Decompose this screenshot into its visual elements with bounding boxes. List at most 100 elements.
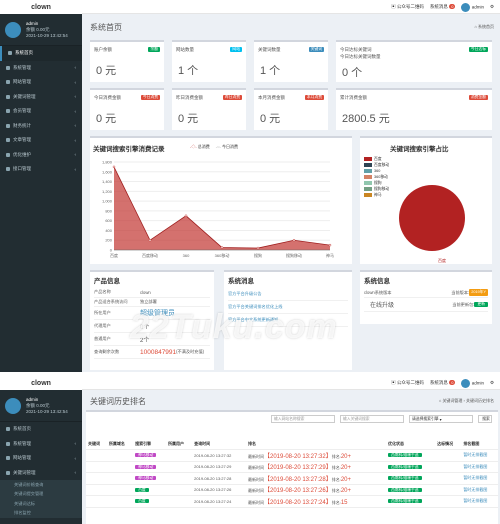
table-header[interactable]: 关键词 <box>86 438 107 450</box>
table-header[interactable]: 排名 <box>245 438 386 450</box>
menu-icon <box>6 441 10 446</box>
table-header[interactable]: 查询时间 <box>192 438 246 450</box>
sidebar-item-1[interactable]: 系统管理 ‹ <box>0 61 82 76</box>
cell-reach <box>435 484 462 496</box>
screenshot-link[interactable]: 暂时无排截图 <box>461 461 498 473</box>
cell-time: 2019-08-20 13:27:26 <box>192 484 246 496</box>
upgrade-button[interactable]: 更新 <box>474 302 488 307</box>
sidebar-item-0[interactable]: 系统首页 <box>0 46 82 61</box>
sidebar-item-8[interactable]: 接口管理 ‹ <box>0 162 82 177</box>
qr-button-2[interactable]: ▣ 公众号二维码 <box>391 380 424 386</box>
chart-title: 关键词搜索引擎消费记录 <box>93 146 165 153</box>
sidebar-item-5[interactable]: 财务统计 ‹ <box>0 119 82 134</box>
rank-page-title: 关键词历史排名 <box>90 397 146 406</box>
stat-tag: 消费金额 <box>468 95 488 100</box>
sidebar-menu-2: 系统首页 系统管理 ‹ 网站管理 ‹ 关键词管理 ‹ 关键词价格查询 关键词提交管理 关键词达标排… <box>0 422 82 518</box>
stat-label: 本月消费金额 <box>258 95 285 100</box>
cell-rank: 最新时间【2019-08-20 13:27:28】排名:20+ <box>245 472 386 485</box>
navbar-right-2: ▣ 公众号二维码 系统消息 0 admin ⚙ <box>391 376 500 390</box>
user-menu-2[interactable]: admin <box>461 378 484 388</box>
screenshot-link[interactable]: 暂时无排截图 <box>461 495 498 508</box>
cell-domain <box>106 461 134 473</box>
y-tick-label: 1,800 <box>102 160 113 165</box>
settings-gear-icon[interactable]: ⚙ <box>490 380 494 386</box>
status-button[interactable]: 西南科/维稀手选 <box>387 487 422 492</box>
cell-rank: 最新时间【2019-08-20 13:27:24】排名:15 <box>245 495 386 508</box>
stat-value: 0 元 <box>96 65 117 77</box>
table-header[interactable]: 达标情况 <box>435 438 462 450</box>
consumption-chart-box: 关键词搜索引擎消费记录 -◇- 总消费 -○- 今日消费 1,800 1,600 1… <box>90 136 352 264</box>
search-button[interactable]: 搜索 <box>478 415 492 423</box>
x-tick-label: 百度 <box>110 252 118 258</box>
sidebar-item-4[interactable]: 会员管理 ‹ <box>0 104 82 119</box>
engine-select[interactable]: 请选择搜索引擎 ▾ <box>409 415 473 423</box>
status-button[interactable]: 西南科/维稀手选 <box>387 499 422 504</box>
pie-slice-label: 百度 <box>438 257 446 263</box>
table-header[interactable]: 搜索引擎 <box>133 438 167 450</box>
system-message-item[interactable]: 官方平台升级公告 <box>228 288 348 301</box>
rank-table: 关键词 所属域名 搜索引擎 所属用户 查询时间 排名 优化状态 达标情况 排名截图 神马移动 20… <box>86 438 498 508</box>
x-tick-label: 搜狗 <box>254 252 262 258</box>
sidebar-item-2[interactable]: 网站管理 ‹ <box>0 451 82 466</box>
menu-icon <box>6 470 10 475</box>
version-row: clown系统版本 当前版本: 2019年Y <box>364 288 488 298</box>
submenu-item-0[interactable]: 关键词价格查询 <box>0 480 82 490</box>
table-row: 神马移动 2019-08-20 13:27:28 最新时间【2019-08-20 1… <box>86 472 498 485</box>
cell-engine: 百度 <box>133 484 167 496</box>
app-logo: clown <box>0 0 82 14</box>
chart-legend: -◇- 总消费 -○- 今日消费 <box>190 144 238 150</box>
sidebar-item-3[interactable]: 关键词管理 ‹ <box>0 90 82 105</box>
stat-label: 昨日消费金额 <box>176 95 203 100</box>
sidebar-item-1[interactable]: 系统管理 ‹ <box>0 437 82 452</box>
sidebar-item-3[interactable]: 关键词管理 ‹ <box>0 466 82 481</box>
sidebar-item-6[interactable]: 文章管理 ‹ <box>0 133 82 148</box>
chevron-icon: ‹ <box>74 441 77 447</box>
chevron-icon: ‹ <box>74 166 77 172</box>
stat-card-3: 今日达标关键词 今日达标 今日达标关键词数量 0 个 <box>336 40 492 82</box>
cell-domain <box>106 484 134 496</box>
legend-total: -◇- 总消费 <box>190 144 210 149</box>
cell-domain <box>106 495 134 508</box>
user-menu[interactable]: admin <box>461 2 484 12</box>
table-header[interactable]: 所属域名 <box>106 438 134 450</box>
breadcrumb[interactable]: ⌂ 系统首页 <box>474 24 494 30</box>
sidebar-item-2[interactable]: 网站管理 ‹ <box>0 75 82 90</box>
menu-icon <box>6 123 10 128</box>
y-tick-label: 1,200 <box>102 189 113 194</box>
cell-checkbox <box>86 472 107 485</box>
submenu-item-2[interactable]: 关键词达标 <box>0 499 82 509</box>
keyword-search-input[interactable]: 输入关键词搜索 <box>340 415 404 423</box>
cell-rank: 最新时间【2019-08-20 13:27:32】排名:20+ <box>245 449 386 462</box>
table-header[interactable]: 所属用户 <box>166 438 193 450</box>
submenu-item-3[interactable]: 排名监控 <box>0 508 82 518</box>
qr-button[interactable]: ▣ 公众号二维码 <box>391 4 424 10</box>
cell-user <box>166 472 193 485</box>
messages-button[interactable]: 系统消息 0 <box>430 4 456 10</box>
cell-time: 2019-08-20 13:27:29 <box>192 461 246 473</box>
screenshot-link[interactable]: 暂时无排截图 <box>461 472 498 485</box>
y-tick-label: 1,600 <box>102 169 113 174</box>
submenu-item-1[interactable]: 关键词提交管理 <box>0 489 82 499</box>
x-tick-label: 360移动 <box>215 252 230 258</box>
screenshot-link[interactable]: 暂时无排截图 <box>461 484 498 496</box>
stat-value: 1 个 <box>178 65 199 77</box>
stat-label: 今日达标关键词 <box>340 47 372 52</box>
site-search-input[interactable]: 输入网站名称搜索 <box>271 415 335 423</box>
sidebar-item-7[interactable]: 优化维护 ‹ <box>0 148 82 163</box>
cell-user <box>166 495 193 508</box>
stat-value: 0 元 <box>96 113 117 125</box>
rank-breadcrumb[interactable]: ⌂ 关键词管理 › 关键词历史排名 <box>439 398 494 404</box>
chevron-icon: ‹ <box>74 65 77 71</box>
cell-reach <box>435 472 462 485</box>
table-header[interactable]: 排名截图 <box>461 438 498 450</box>
series-total-area <box>114 166 330 250</box>
screenshot-link[interactable]: 暂时无排截图 <box>461 449 498 462</box>
status-button[interactable]: 西南科/维稀手选 <box>387 464 422 469</box>
status-button[interactable]: 西南科/维稀手选 <box>387 476 422 481</box>
sidebar-item-0[interactable]: 系统首页 <box>0 422 82 437</box>
table-header[interactable]: 优化状态 <box>385 438 436 450</box>
messages-button-2[interactable]: 系统消息 0 <box>430 380 456 386</box>
stat-tag: 本月消费 <box>304 95 324 100</box>
status-button[interactable]: 西南科/维稀手选 <box>387 453 422 458</box>
settings-gear-icon[interactable]: ⚙ <box>490 4 494 10</box>
